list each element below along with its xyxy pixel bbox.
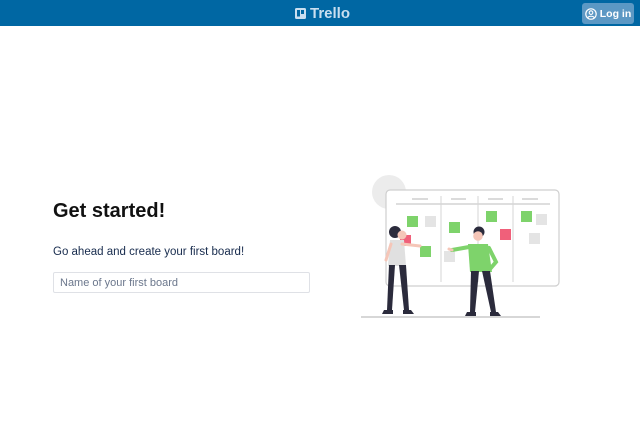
user-circle-icon [584,7,597,20]
page-title: Get started! [53,200,166,222]
login-label: Log in [599,7,632,20]
board-card [449,222,460,233]
login-button[interactable]: Log in [582,3,634,24]
board-card [529,233,540,244]
trello-brand[interactable]: Trello [295,4,350,22]
board-card [444,251,455,262]
brand-name: Trello [310,4,351,22]
board-name-input[interactable] [53,272,310,293]
board-card [486,211,497,222]
trello-logo-icon [295,7,306,19]
board-card [407,216,418,227]
board-card [420,246,431,257]
board-card [536,214,547,225]
board-card [425,216,436,227]
page-subtitle: Go ahead and create your first board! [53,246,245,258]
board-card [521,211,532,222]
team-board-illustration [361,175,560,318]
board-card [500,229,511,240]
top-bar: Trello Log in [0,0,640,26]
